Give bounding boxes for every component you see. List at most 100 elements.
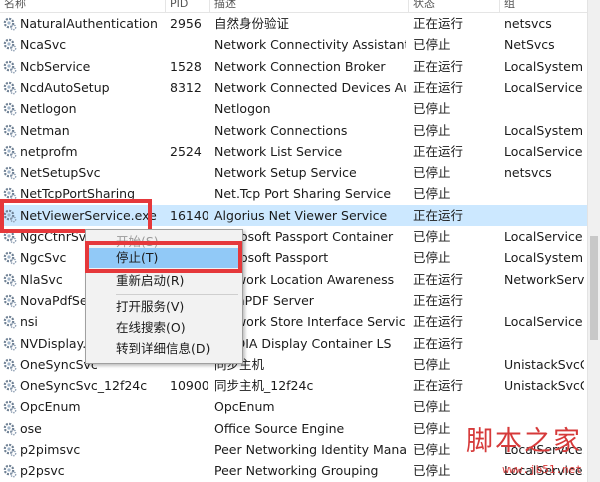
service-group — [504, 396, 584, 417]
service-gear-icon — [3, 166, 17, 180]
service-gear-icon — [3, 315, 17, 329]
service-description: Network Connectivity Assistant — [214, 37, 406, 53]
service-gear-icon — [3, 337, 17, 350]
service-name: p2psvc — [20, 463, 65, 479]
service-status: 正在运行 — [413, 16, 464, 31]
menu-item-open-services[interactable]: 打开服务(V) — [87, 297, 241, 317]
column-header-description[interactable]: 描述 — [210, 0, 409, 12]
service-group: netsvcs — [504, 165, 552, 181]
service-gear-icon — [3, 294, 17, 308]
service-status: 已停止 — [413, 101, 451, 117]
service-description: Network Connections — [214, 122, 348, 138]
site-watermark-url: www.jb51.net — [502, 463, 582, 476]
table-row[interactable]: NcdAutoSetup 8312 Network Connected Device… — [0, 77, 588, 98]
service-gear-icon — [3, 17, 17, 31]
service-gear-icon — [3, 379, 17, 393]
service-group — [504, 183, 584, 204]
service-description: Network List Service — [214, 143, 343, 159]
service-status: 正在运行 — [413, 58, 464, 74]
service-name: Netman — [20, 122, 70, 138]
service-status: 正在运行 — [413, 207, 464, 223]
service-gear-icon — [3, 145, 17, 159]
service-name: OneSyncSvc_12f24c — [20, 378, 148, 394]
service-status: 已停止 — [413, 399, 451, 415]
service-status: 已停止 — [413, 463, 451, 479]
service-group: LocalSystem... — [504, 250, 584, 266]
service-description: Peer Networking Grouping — [214, 463, 379, 479]
service-gear-icon — [3, 273, 17, 286]
table-row[interactable]: p2psvc Peer Networking Grouping 已停止 LocalSe… — [0, 460, 588, 481]
table-row[interactable]: Netman Network Connections 已停止 LocalSystem.… — [0, 120, 588, 141]
service-description: Office Source Engine — [214, 420, 345, 436]
table-row[interactable]: NetViewerService.exe 16140 Algorius Net Vi… — [0, 204, 588, 226]
service-status: 正在运行 — [413, 271, 464, 287]
table-row[interactable]: NetTcpPortSharing Net.Tcp Port Sharing Se… — [0, 183, 588, 204]
service-group: LocalService... — [504, 79, 584, 95]
table-row[interactable]: NcbService 1528 Network Connection Broker 正… — [0, 56, 588, 77]
service-gear-icon — [3, 230, 17, 244]
service-gear-icon — [3, 38, 17, 52]
service-group: NetSvcs — [504, 37, 555, 53]
service-group: NetworkServi... — [504, 271, 584, 287]
service-description: Network Connected Devices Auto... — [214, 79, 406, 95]
service-name: NcdAutoSetup — [20, 79, 110, 95]
scrollbar-thumb[interactable] — [590, 236, 598, 340]
context-menu: 开始(S) 停止(T) 重新启动(R) 打开服务(V) 在线搜索(O) 转到详细… — [85, 229, 243, 364]
service-status: 已停止 — [413, 250, 451, 266]
column-header-pid[interactable]: PID — [166, 0, 210, 12]
service-group: UnistackSvcG... — [504, 378, 584, 394]
service-name: p2pimsvc — [20, 442, 81, 457]
service-status: 已停止 — [413, 229, 451, 244]
service-gear-icon — [3, 102, 17, 116]
column-header: 名称 PID 描述 状态 组 — [0, 0, 588, 13]
menu-item-go-to-details[interactable]: 转到详细信息(D) — [87, 339, 241, 359]
service-gear-icon — [3, 60, 17, 73]
column-header-group[interactable]: 组 — [500, 0, 588, 12]
service-status: 正在运行 — [413, 143, 464, 159]
table-row[interactable]: NcaSvc Network Connectivity Assistant 已停止 N… — [0, 34, 588, 55]
service-gear-icon — [3, 188, 17, 201]
column-header-status[interactable]: 状态 — [409, 0, 500, 12]
service-group: UnistackSvcG... — [504, 356, 584, 372]
service-group: LocalSystem... — [504, 122, 584, 138]
menu-separator — [116, 294, 238, 295]
service-group: LocalService — [504, 143, 583, 159]
service-group: netsvcs — [504, 16, 552, 31]
service-name: NetViewerService.exe — [20, 207, 157, 223]
service-pid — [170, 98, 208, 119]
service-status: 已停止 — [413, 186, 451, 202]
service-status: 已停止 — [413, 356, 451, 372]
service-pid — [170, 183, 208, 204]
menu-item-restart[interactable]: 重新启动(R) — [87, 271, 241, 291]
service-name: OpcEnum — [20, 399, 81, 415]
menu-item-search-online[interactable]: 在线搜索(O) — [87, 318, 241, 338]
service-description: Peer Networking Identity Manager — [214, 442, 406, 457]
service-pid: 1528 — [170, 58, 202, 74]
service-gear-icon — [3, 124, 17, 137]
table-row[interactable]: OneSyncSvc_12f24c 10900 同步主机_12f24c 正在运行 Uni… — [0, 375, 588, 396]
service-pid — [170, 418, 208, 439]
service-pid: 2524 — [170, 143, 202, 159]
service-pid: 2956 — [170, 16, 202, 31]
service-pid: 10900 — [170, 378, 208, 394]
service-pid — [170, 396, 208, 417]
service-description: Algorius Net Viewer Service — [214, 207, 388, 223]
table-row[interactable]: NetSetupSvc Network Setup Service 已停止 netsv… — [0, 162, 588, 183]
table-row[interactable]: OpcEnum OpcEnum 已停止 — [0, 396, 588, 417]
service-pid — [170, 120, 208, 141]
service-name: ose — [20, 420, 42, 436]
service-description: 自然身份验证 — [214, 16, 290, 31]
service-description: 同步主机_12f24c — [214, 378, 314, 394]
service-status: 正在运行 — [413, 292, 464, 308]
vertical-scrollbar[interactable] — [587, 0, 600, 482]
table-row[interactable]: Netlogon Netlogon 已停止 — [0, 98, 588, 119]
service-group: LocalSystem... — [504, 58, 584, 74]
service-gear-icon — [3, 81, 17, 95]
table-row[interactable]: NaturalAuthentication 2956 自然身份验证 正在运行 netsv… — [0, 13, 588, 34]
service-status: 已停止 — [413, 37, 451, 53]
service-pid: 8312 — [170, 79, 202, 95]
service-name: NcbService — [20, 58, 91, 74]
column-header-name[interactable]: 名称 — [0, 0, 166, 12]
table-row[interactable]: netprofm 2524 Network List Service 正在运行 Loca… — [0, 141, 588, 162]
menu-item-stop[interactable]: 停止(T) — [87, 248, 241, 268]
